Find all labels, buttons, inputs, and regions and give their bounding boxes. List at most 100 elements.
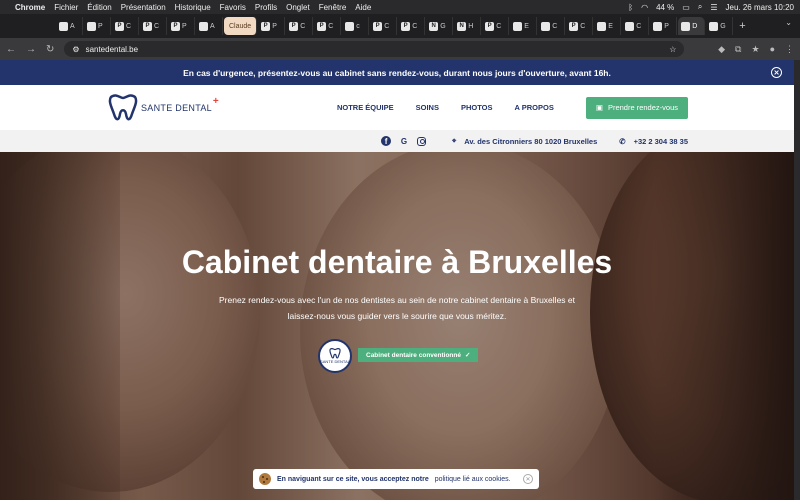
battery-percent[interactable]: 44 % <box>656 3 674 12</box>
menubar-item-edition[interactable]: Édition <box>87 3 111 12</box>
cookie-policy-link[interactable]: politique lié aux cookies. <box>435 476 511 483</box>
tab-favicon-icon <box>87 21 96 31</box>
conventionne-label: Cabinet dentaire conventionné <box>366 351 461 359</box>
browser-tab[interactable]: NH <box>454 17 482 35</box>
site-logo[interactable]: SANTE DENTAL + <box>108 93 219 122</box>
menubar-item-onglet[interactable]: Onglet <box>286 3 310 12</box>
browser-tab[interactable]: PC <box>398 17 426 35</box>
tab-label: P <box>664 22 669 30</box>
search-icon[interactable]: ⌕ <box>698 2 702 12</box>
menubar-item-fichier[interactable]: Fichier <box>54 3 78 12</box>
browser-tab[interactable]: c <box>342 17 370 35</box>
web-viewport: En cas d'urgence, présentez-vous au cabi… <box>0 60 794 500</box>
tab-label: G <box>440 22 446 30</box>
browser-tab[interactable]: A <box>56 17 83 35</box>
browser-tab[interactable]: Claude <box>224 17 258 35</box>
forward-icon[interactable]: → <box>26 44 36 55</box>
browser-tab[interactable]: D <box>678 17 706 35</box>
book-appointment-label: Prendre rendez-vous <box>607 103 678 112</box>
browser-tab[interactable]: G <box>706 17 734 35</box>
instagram-icon[interactable] <box>417 136 427 146</box>
browser-tab[interactable]: P <box>650 17 678 35</box>
nav-link-photos[interactable]: PHOTOS <box>461 103 493 112</box>
hero-overlay <box>0 152 794 500</box>
menubar-item-profils[interactable]: Profils <box>255 3 277 12</box>
profile-avatar[interactable]: ● <box>770 44 775 54</box>
tab-label: C <box>300 22 306 30</box>
menubar-app-name[interactable]: Chrome <box>15 3 45 12</box>
tooth-logo-icon <box>329 348 341 359</box>
menubar-item-fenetre[interactable]: Fenêtre <box>319 3 347 12</box>
contact-infobar: f G ⌖ Av. des Citronniers 80 1020 Bruxel… <box>0 130 794 152</box>
menubar-item-aide[interactable]: Aide <box>355 3 371 12</box>
nav-link-soins[interactable]: SOINS <box>416 103 439 112</box>
control-center-icon[interactable]: ☰ <box>710 3 717 12</box>
tab-favicon-icon: P <box>569 21 579 31</box>
cookie-text: En naviguant sur ce site, vous acceptez … <box>277 475 429 483</box>
chrome-menu-icon[interactable]: ⋮ <box>785 44 794 55</box>
address-text[interactable]: Av. des Citronniers 80 1020 Bruxelles <box>464 137 597 146</box>
url-input[interactable]: ⚙ santedental.be ☆ <box>64 41 685 57</box>
browser-tab[interactable]: C <box>622 17 650 35</box>
tab-favicon-icon: P <box>401 21 411 31</box>
main-nav: NOTRE ÉQUIPE SOINS PHOTOS A PROPOS <box>337 103 554 112</box>
phone-text[interactable]: +32 2 304 38 35 <box>634 137 688 146</box>
tab-favicon-icon: P <box>261 21 271 31</box>
browser-tab[interactable]: PP <box>168 17 195 35</box>
extension-icon[interactable]: ◆ <box>718 44 725 55</box>
menubar-item-presentation[interactable]: Présentation <box>121 3 166 12</box>
cookie-banner: En naviguant sur ce site, vous acceptez … <box>253 469 539 489</box>
browser-tab[interactable]: E <box>510 17 538 35</box>
tab-label: C <box>412 22 418 30</box>
os-menubar: Chrome Fichier Édition Présentation Hist… <box>0 0 800 14</box>
browser-tab[interactable]: A <box>196 17 223 35</box>
wifi-icon[interactable]: ◠ <box>641 3 648 12</box>
scrollbar[interactable] <box>794 60 800 500</box>
tab-favicon-icon <box>625 21 635 31</box>
browser-tab[interactable]: PC <box>482 17 510 35</box>
browser-tab[interactable]: NG <box>426 17 454 35</box>
browser-tab[interactable]: PC <box>112 17 139 35</box>
browser-tab[interactable]: PC <box>286 17 314 35</box>
google-icon[interactable]: G <box>399 136 409 146</box>
tab-favicon-icon <box>681 21 691 31</box>
tab-favicon-icon: P <box>373 21 383 31</box>
browser-tab[interactable]: PC <box>566 17 594 35</box>
tab-favicon-icon <box>709 21 719 31</box>
hero-subtitle: Prenez rendez-vous avec l'un de nos dent… <box>218 295 575 321</box>
site-info-icon[interactable]: ⚙ <box>72 45 79 54</box>
browser-tab[interactable]: PC <box>140 17 167 35</box>
reload-icon[interactable]: ↻ <box>46 44 54 55</box>
tab-favicon-icon <box>345 21 355 31</box>
new-tab-button[interactable]: + <box>739 20 745 32</box>
battery-icon[interactable]: ▭ <box>682 3 690 12</box>
browser-tab[interactable]: P <box>84 17 111 35</box>
browser-tab[interactable]: PP <box>258 17 286 35</box>
browser-tab[interactable]: PC <box>370 17 398 35</box>
bluetooth-icon[interactable]: ᛒ <box>628 3 633 12</box>
facebook-icon[interactable]: f <box>381 136 392 146</box>
tab-label: A <box>210 22 215 30</box>
badge-logo-text: SANTE DENTAL <box>320 359 350 364</box>
back-icon[interactable]: ← <box>6 44 16 55</box>
menubar-datetime[interactable]: Jeu. 26 mars 10:20 <box>726 3 794 12</box>
phone-icon: ✆ <box>619 136 626 146</box>
tab-favicon-icon <box>541 21 551 31</box>
nav-link-apropos[interactable]: A PROPOS <box>515 103 554 112</box>
menubar-item-historique[interactable]: Historique <box>175 3 211 12</box>
close-icon[interactable]: ✕ <box>523 474 533 484</box>
browser-tab[interactable]: E <box>594 17 622 35</box>
tab-search-icon[interactable]: ⌄ <box>785 18 792 27</box>
browser-tab[interactable]: PC <box>314 17 342 35</box>
extensions-puzzle-icon[interactable]: ⧉ <box>735 44 741 55</box>
close-icon[interactable]: ✕ <box>771 67 782 78</box>
menubar-item-favoris[interactable]: Favoris <box>220 3 246 12</box>
tab-label: C <box>552 22 558 30</box>
nav-link-equipe[interactable]: NOTRE ÉQUIPE <box>337 103 394 112</box>
cookie-icon <box>259 473 271 485</box>
bookmarks-icon[interactable]: ★ <box>751 44 759 55</box>
book-appointment-button[interactable]: ▣ Prendre rendez-vous <box>585 96 688 119</box>
browser-tab[interactable]: C <box>538 17 566 35</box>
bookmark-star-icon[interactable]: ☆ <box>669 45 676 54</box>
tab-label: D <box>692 22 698 30</box>
